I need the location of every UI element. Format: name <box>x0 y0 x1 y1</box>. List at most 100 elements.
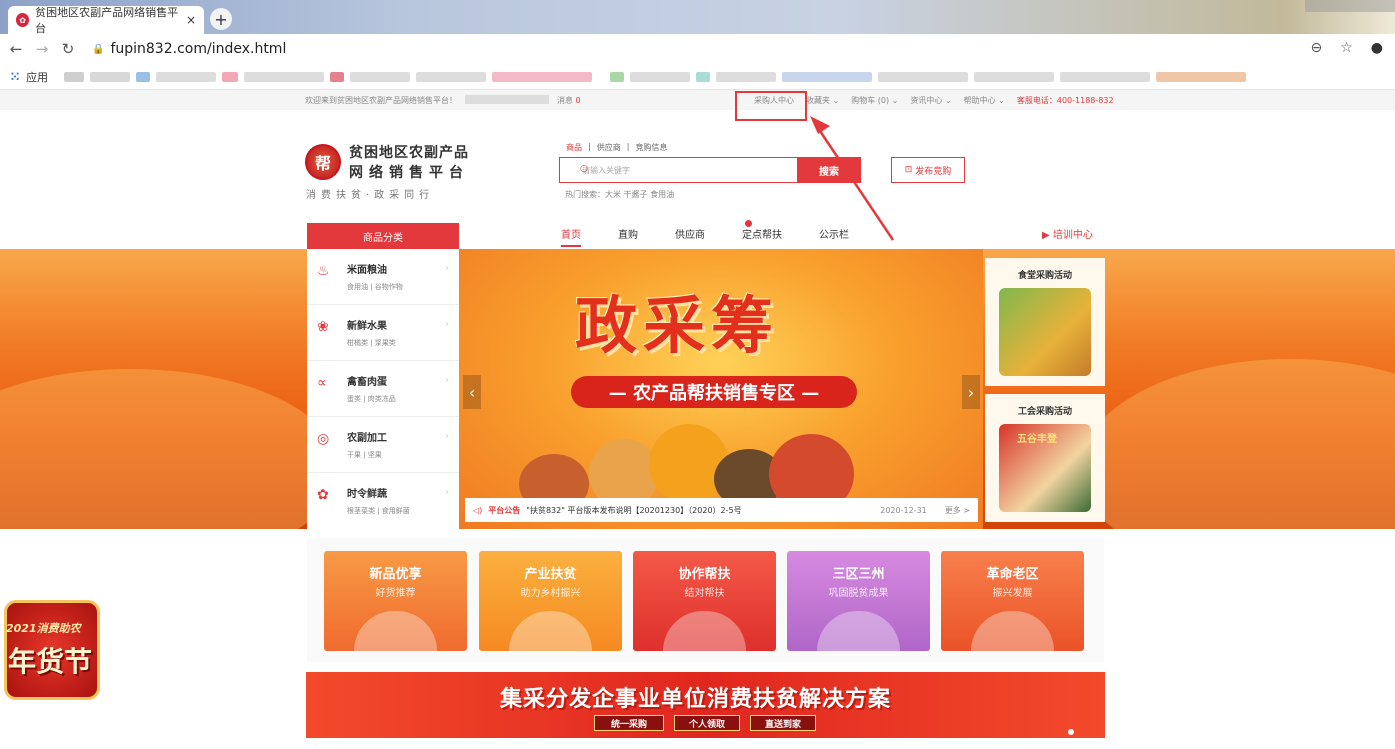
url-text: fupin832.com/index.html <box>110 41 287 57</box>
publish-bid-button[interactable]: ⊡ 发布竞购 <box>891 157 965 183</box>
site-favicon-icon: ✿ <box>16 13 30 27</box>
bookmark-item[interactable] <box>64 71 85 82</box>
category-item[interactable]: ✿ 时令鲜蔬 根茎菜类 | 食用鲜菌 › <box>307 473 459 529</box>
forward-icon[interactable]: → <box>32 40 52 58</box>
help-center-link[interactable]: 帮助中心 ⌄ <box>964 95 1005 106</box>
nav-home[interactable]: 首页 <box>561 226 581 247</box>
bookmarks-bar: ⁙ 应用 <box>0 64 1395 90</box>
reload-icon[interactable]: ↻ <box>58 40 78 58</box>
banner-subline: — 农产品帮扶销售专区 — <box>571 376 857 408</box>
promo-card-union[interactable]: 工会采购活动 五谷丰登 <box>985 394 1105 522</box>
bookmark-item[interactable] <box>1156 71 1247 82</box>
back-icon[interactable]: ← <box>6 40 26 58</box>
address-bar: ← → ↻ 🔒 fupin832.com/index.html <box>0 34 1395 64</box>
category-item[interactable]: ◎ 农副加工 干果 | 坚果 › <box>307 417 459 473</box>
tile-sub: 结对帮扶 <box>684 588 725 599</box>
zoom-icon[interactable]: ⊖ <box>1310 40 1322 56</box>
star-icon[interactable]: ☆ <box>1340 40 1353 56</box>
bookmark-item[interactable] <box>696 71 711 82</box>
bookmark-item[interactable] <box>492 71 593 82</box>
tile-title: 革命老区 <box>986 567 1039 582</box>
main-nav: 首页 直购 供应商 定点帮扶 公示栏 <box>561 226 886 247</box>
logo-line2: 网络销售平台 <box>349 165 469 181</box>
tile-three-regions[interactable]: 三区三州 巩固脱贫成果 <box>787 551 930 651</box>
bookmark-item[interactable] <box>244 71 325 82</box>
banner-headline: 政采筹 <box>575 289 780 362</box>
festival-line2: 年货节 <box>8 645 93 678</box>
carousel-next-button[interactable]: › <box>962 375 980 409</box>
tile-sub: 巩固脱贫成果 <box>828 588 889 599</box>
cart-link[interactable]: 购物车 (0) ⌄ <box>851 95 898 106</box>
bookmark-item[interactable] <box>630 71 691 82</box>
messages-label: 消息 <box>557 96 573 105</box>
tile-cooperation-aid[interactable]: 协作帮扶 结对帮扶 <box>633 551 776 651</box>
search-tab-bidding[interactable]: 竞购信息 <box>635 142 667 153</box>
carousel-dot[interactable] <box>1068 729 1074 735</box>
bookmark-item[interactable] <box>610 71 625 82</box>
search-icon: ○ <box>580 164 588 174</box>
tile-new-products[interactable]: 新品优享 好货推荐 <box>324 551 467 651</box>
window-controls[interactable] <box>1305 0 1395 12</box>
announcement-more-link[interactable]: 更多 > <box>945 505 970 516</box>
announcement-text[interactable]: "扶贫832" 平台版本发布说明【20201230】（2020）2-5号 <box>526 505 741 516</box>
chevron-right-icon: › <box>445 263 449 274</box>
category-sub: 食用油 | 谷物作物 <box>347 283 403 291</box>
nav-suppliers[interactable]: 供应商 <box>675 226 705 247</box>
category-title[interactable]: 商品分类 <box>307 223 459 249</box>
nav-direct-buy[interactable]: 直购 <box>618 226 638 247</box>
annotation-highlight-box <box>735 91 807 121</box>
bookmark-item[interactable] <box>330 71 345 82</box>
browser-tab[interactable]: ✿ 贫困地区农副产品网络销售平台 × <box>8 6 204 35</box>
fruit-icon: ❀ <box>317 319 329 335</box>
training-center-link[interactable]: ▶ 培训中心 <box>1042 226 1093 241</box>
search-tab-supplier[interactable]: 供应商 <box>597 142 621 153</box>
bookmark-item[interactable] <box>136 71 151 82</box>
promo-title: 食堂采购活动 <box>1017 271 1072 281</box>
announcement-label: 平台公告 <box>488 505 521 515</box>
search-button[interactable]: 搜索 <box>797 157 861 183</box>
logo-line1: 贫困地区农副产品 <box>349 145 469 161</box>
tab-close-icon[interactable]: × <box>186 13 196 27</box>
bookmark-item[interactable] <box>974 71 1055 82</box>
tile-revolutionary-areas[interactable]: 革命老区 振兴发展 <box>941 551 1084 651</box>
bookmark-item[interactable] <box>782 71 873 82</box>
nav-targeted-aid[interactable]: 定点帮扶 <box>742 226 782 247</box>
bookmark-item[interactable] <box>222 71 239 82</box>
carousel-prev-button[interactable]: ‹ <box>463 375 481 409</box>
address-bar-actions: ⊖ ☆ ● <box>1310 40 1383 56</box>
new-tab-button[interactable]: + <box>210 8 232 30</box>
bookmark-item[interactable] <box>1060 71 1151 82</box>
bookmark-item[interactable] <box>350 71 411 82</box>
favorites-link[interactable]: 收藏夹 ⌄ <box>806 95 839 106</box>
category-item[interactable]: ♨ 米面粮油 食用油 | 谷物作物 › <box>307 249 459 305</box>
apps-icon[interactable]: ⁙ <box>10 70 20 84</box>
meat-icon: ∝ <box>317 375 328 391</box>
news-center-link[interactable]: 资讯中心 ⌄ <box>910 95 951 106</box>
bookmark-item[interactable] <box>90 71 131 82</box>
bookmark-item[interactable] <box>416 71 487 82</box>
profile-icon[interactable]: ● <box>1371 40 1383 56</box>
promo-card-canteen[interactable]: 食堂采购活动 <box>985 258 1105 386</box>
search-tab-goods[interactable]: 商品 <box>566 142 582 153</box>
tile-industry-aid[interactable]: 产业扶贫 助力乡村振兴 <box>479 551 622 651</box>
vegetable-icon: ✿ <box>317 487 329 503</box>
tile-sub: 助力乡村振兴 <box>520 588 581 599</box>
site-logo[interactable]: 帮 贫困地区农副产品 网络销售平台 <box>305 142 469 182</box>
category-item[interactable]: ∝ 禽畜肉蛋 蛋类 | 肉类冻品 › <box>307 361 459 417</box>
hot-search[interactable]: 热门搜索：大米 干酱子 食用油 <box>565 189 674 200</box>
bookmark-item[interactable] <box>878 71 969 82</box>
field-decoration <box>0 369 340 529</box>
tile-sub: 振兴发展 <box>992 588 1033 599</box>
url-field[interactable]: 🔒 fupin832.com/index.html <box>92 41 286 57</box>
tile-title: 三区三州 <box>832 567 885 582</box>
messages-link[interactable]: 消息 0 <box>557 95 581 106</box>
search-input[interactable]: 请输入关键字 <box>559 157 797 183</box>
bookmark-item[interactable] <box>716 71 777 82</box>
apps-label[interactable]: 应用 <box>26 69 48 85</box>
tile-title: 产业扶贫 <box>524 567 577 582</box>
category-item[interactable]: ❀ 新鲜水果 柑橘类 | 浆果类 › <box>307 305 459 361</box>
chevron-right-icon: › <box>445 487 449 498</box>
bottom-banner-title: 集采分发企事业单位消费扶贫解决方案 <box>500 687 892 712</box>
bookmark-item[interactable] <box>156 71 217 82</box>
nav-bulletin[interactable]: 公示栏 <box>819 226 849 247</box>
